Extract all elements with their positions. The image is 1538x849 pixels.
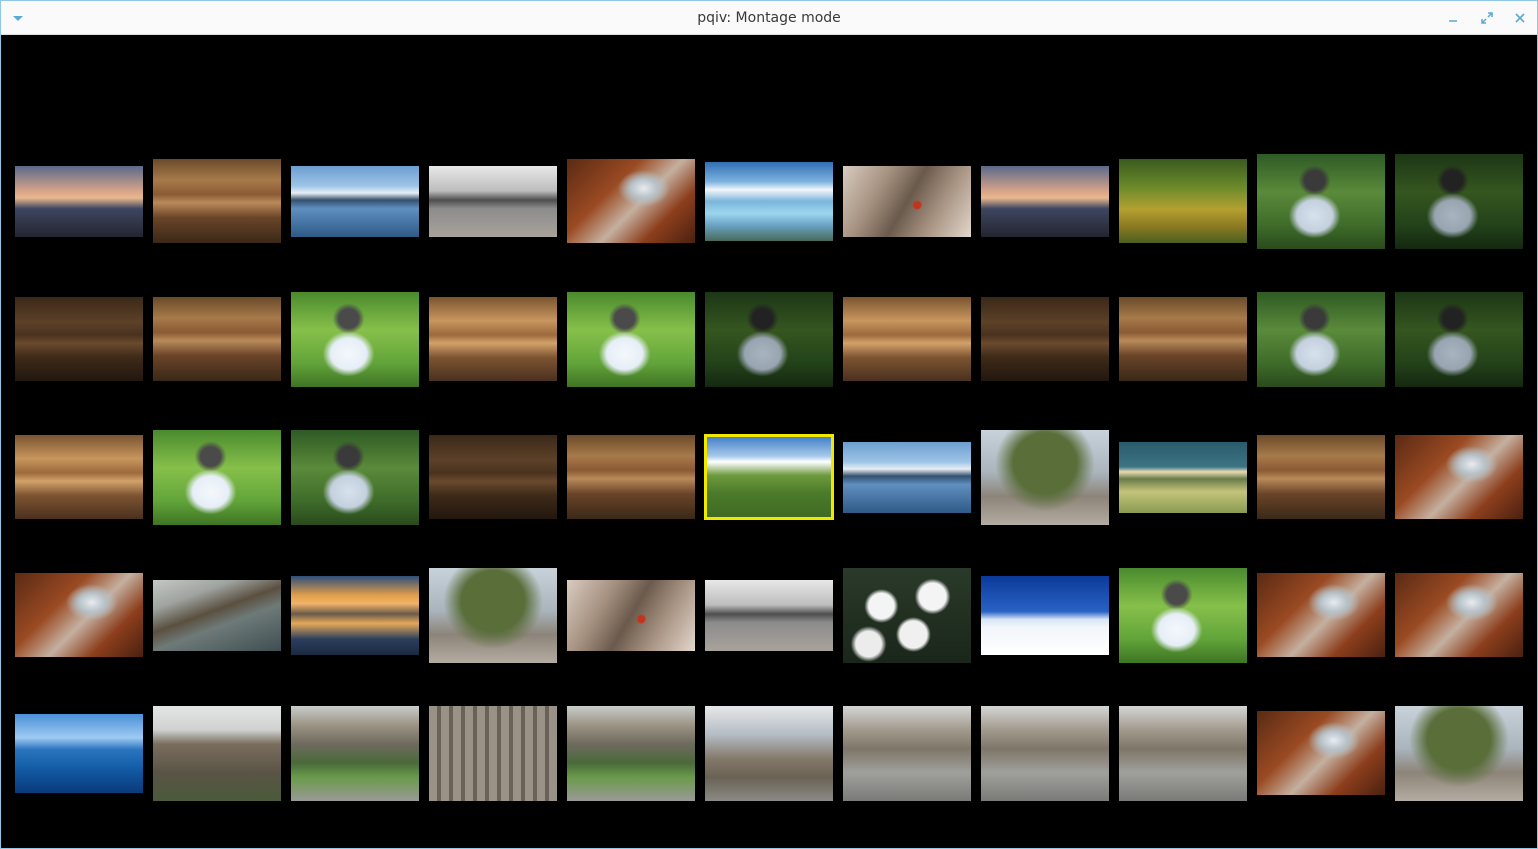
thumbnail-gray-beach[interactable] xyxy=(705,579,833,651)
thumbnail-autumn-reflection[interactable] xyxy=(1119,297,1247,381)
thumbnail-autumn-reflection-warm[interactable] xyxy=(429,297,557,381)
thumbnail-gray-beach[interactable] xyxy=(429,165,557,237)
thumbnail-white-chapel[interactable] xyxy=(291,429,419,525)
thumbnail-sunset-lake[interactable] xyxy=(15,165,143,237)
thumbnail-sunset-lake[interactable] xyxy=(981,165,1109,237)
thumbnail-library-tower[interactable] xyxy=(705,705,833,801)
thumbnail-library-steps[interactable] xyxy=(843,705,971,801)
montage-grid[interactable] xyxy=(1,35,1537,848)
thumbnail-autumn-reflection[interactable] xyxy=(1257,435,1385,519)
thumbnail-autumn-reflection-warm[interactable] xyxy=(843,297,971,381)
thumbnail-forest-meadow[interactable] xyxy=(1119,159,1247,243)
thumbnail-library-lawn[interactable] xyxy=(291,705,419,801)
thumbnail-library-steps[interactable] xyxy=(981,705,1109,801)
thumbnail-white-chapel-bright[interactable] xyxy=(291,291,419,387)
thumbnail-white-chapel[interactable] xyxy=(1257,291,1385,387)
thumbnail-white-chapel-bright[interactable] xyxy=(567,291,695,387)
thumbnail-plane-tree[interactable] xyxy=(429,567,557,663)
thumbnail-green-hills[interactable] xyxy=(704,434,834,520)
thumbnail-autumn-reflection-dark[interactable] xyxy=(429,435,557,519)
thumbnail-snowy-trees[interactable] xyxy=(981,575,1109,655)
thumbnail-library-lawn[interactable] xyxy=(567,705,695,801)
thumbnail-autumn-reflection[interactable] xyxy=(567,435,695,519)
thumbnail-autumn-reflection-dark[interactable] xyxy=(15,297,143,381)
thumbnail-white-chapel-bright[interactable] xyxy=(1119,567,1247,663)
title-bar[interactable]: pqiv: Montage mode xyxy=(1,1,1537,35)
thumbnail-glacier-lake[interactable] xyxy=(705,161,833,241)
pqiv-window: pqiv: Montage mode xyxy=(0,0,1538,849)
thumbnail-ocean-sky[interactable] xyxy=(15,713,143,793)
thumbnail-waterfall[interactable] xyxy=(1395,573,1523,657)
thumbnail-waterfall[interactable] xyxy=(1257,711,1385,795)
thumbnail-library-facade[interactable] xyxy=(429,705,557,801)
thumbnail-plane-tree[interactable] xyxy=(981,429,1109,525)
thumbnail-sunset-mountains[interactable] xyxy=(291,575,419,655)
thumbnail-plane-tree[interactable] xyxy=(1395,705,1523,801)
thumbnail-autumn-reflection-warm[interactable] xyxy=(15,435,143,519)
thumbnail-library-steps[interactable] xyxy=(1119,705,1247,801)
thumbnail-farmhouse-field[interactable] xyxy=(1119,441,1247,513)
thumbnail-ladybug-branch[interactable] xyxy=(567,579,695,651)
window-title: pqiv: Montage mode xyxy=(697,10,841,26)
thumbnail-mountain-lake[interactable] xyxy=(843,441,971,513)
close-icon[interactable] xyxy=(1511,9,1529,27)
thumbnail-white-chapel-dark[interactable] xyxy=(1395,153,1523,249)
thumbnail-autumn-reflection-dark[interactable] xyxy=(981,297,1109,381)
thumbnail-mountain-lake[interactable] xyxy=(291,165,419,237)
thumbnail-waterfall[interactable] xyxy=(567,159,695,243)
minimize-icon[interactable] xyxy=(1444,9,1462,27)
thumbnail-library-building[interactable] xyxy=(153,705,281,801)
thumbnail-white-chapel-dark[interactable] xyxy=(1395,291,1523,387)
thumbnail-white-flowers[interactable] xyxy=(843,567,971,663)
thumbnail-waterfall[interactable] xyxy=(1395,435,1523,519)
thumbnail-waterfall[interactable] xyxy=(15,573,143,657)
thumbnail-autumn-reflection[interactable] xyxy=(153,159,281,243)
thumbnail-white-chapel-bright[interactable] xyxy=(153,429,281,525)
thumbnail-waterfall[interactable] xyxy=(1257,573,1385,657)
thumbnail-coastline[interactable] xyxy=(153,579,281,651)
thumbnail-white-chapel-dark[interactable] xyxy=(705,291,833,387)
maximize-icon[interactable] xyxy=(1478,9,1496,27)
thumbnail-ladybug-branch[interactable] xyxy=(843,165,971,237)
thumbnail-autumn-reflection[interactable] xyxy=(153,297,281,381)
thumbnail-white-chapel[interactable] xyxy=(1257,153,1385,249)
